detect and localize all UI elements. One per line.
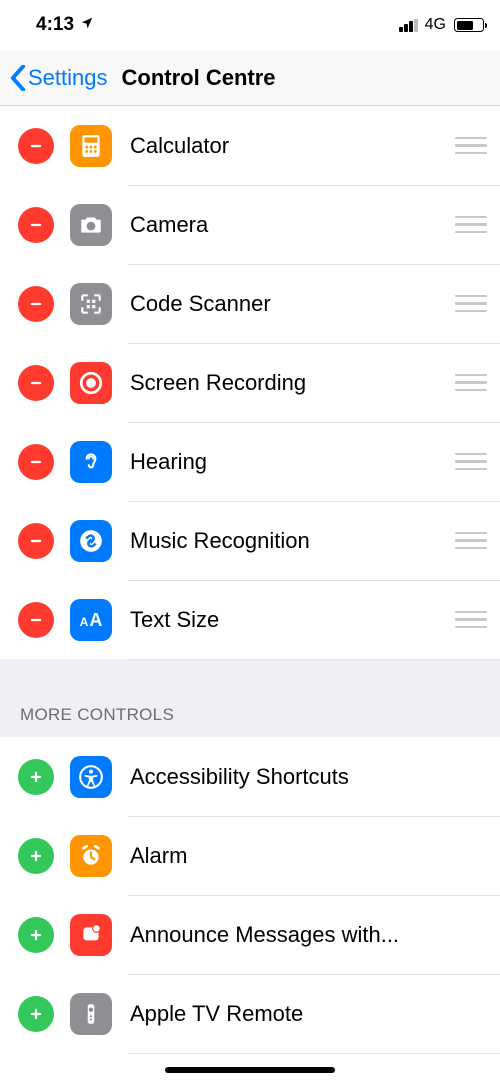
announce-icon — [70, 914, 112, 956]
row-separator — [128, 659, 500, 660]
row-separator — [128, 1053, 500, 1054]
page-title: Control Centre — [122, 65, 276, 91]
drag-handle-icon[interactable] — [460, 532, 500, 550]
control-label: Camera — [130, 212, 460, 238]
more-controls-list: Accessibility Shortcuts Alarm Announce Mes… — [0, 737, 500, 1053]
location-services-icon — [80, 14, 94, 36]
remove-button[interactable] — [18, 444, 54, 480]
control-row: Code Scanner — [0, 264, 500, 343]
control-label: Announce Messages with... — [130, 922, 500, 948]
control-label: Screen Recording — [130, 370, 460, 396]
text-size-icon: AA — [70, 599, 112, 641]
cellular-signal-icon — [399, 19, 418, 32]
ear-icon — [70, 441, 112, 483]
control-label: Accessibility Shortcuts — [130, 764, 500, 790]
control-label: Hearing — [130, 449, 460, 475]
drag-handle-icon[interactable] — [460, 216, 500, 234]
chevron-left-icon — [10, 65, 26, 91]
control-label: Apple TV Remote — [130, 1001, 500, 1027]
control-row: Apple TV Remote — [0, 974, 500, 1053]
add-button[interactable] — [18, 838, 54, 874]
section-header-more-controls: MORE CONTROLS — [0, 659, 500, 737]
drag-handle-icon[interactable] — [460, 453, 500, 471]
tv-remote-icon — [70, 993, 112, 1035]
remove-button[interactable] — [18, 286, 54, 322]
home-indicator[interactable] — [165, 1067, 335, 1073]
record-icon — [70, 362, 112, 404]
remove-button[interactable] — [18, 523, 54, 559]
accessibility-icon — [70, 756, 112, 798]
control-label: Alarm — [130, 843, 500, 869]
add-button[interactable] — [18, 759, 54, 795]
add-button[interactable] — [18, 996, 54, 1032]
status-bar: 4:13 4G — [0, 0, 500, 50]
camera-icon — [70, 204, 112, 246]
drag-handle-icon[interactable] — [460, 295, 500, 313]
clock: 4:13 — [36, 14, 74, 36]
control-row: Accessibility Shortcuts — [0, 737, 500, 816]
drag-handle-icon[interactable] — [460, 611, 500, 629]
control-row: Hearing — [0, 422, 500, 501]
add-button[interactable] — [18, 917, 54, 953]
control-row: Camera — [0, 185, 500, 264]
calculator-icon — [70, 125, 112, 167]
control-row: Calculator — [0, 106, 500, 185]
remove-button[interactable] — [18, 207, 54, 243]
back-button[interactable]: Settings — [10, 65, 122, 91]
alarm-icon — [70, 835, 112, 877]
remove-button[interactable] — [18, 602, 54, 638]
control-label: Code Scanner — [130, 291, 460, 317]
control-label: Calculator — [130, 133, 460, 159]
control-row: Music Recognition — [0, 501, 500, 580]
remove-button[interactable] — [18, 365, 54, 401]
control-row: Announce Messages with... — [0, 895, 500, 974]
shazam-icon — [70, 520, 112, 562]
drag-handle-icon[interactable] — [460, 137, 500, 155]
network-type: 4G — [425, 16, 446, 34]
control-row: AA Text Size — [0, 580, 500, 659]
battery-icon — [454, 18, 484, 32]
remove-button[interactable] — [18, 128, 54, 164]
control-label: Music Recognition — [130, 528, 460, 554]
qr-scanner-icon — [70, 283, 112, 325]
control-row: Screen Recording — [0, 343, 500, 422]
control-row: Alarm — [0, 816, 500, 895]
navigation-bar: Settings Control Centre — [0, 50, 500, 106]
back-button-label: Settings — [28, 65, 108, 91]
included-controls-list: Calculator Camera Code Scanner Screen Recor… — [0, 106, 500, 659]
control-label: Text Size — [130, 607, 460, 633]
drag-handle-icon[interactable] — [460, 374, 500, 392]
